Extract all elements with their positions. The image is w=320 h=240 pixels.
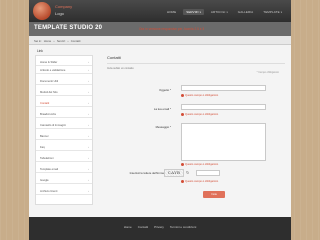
- page: Company Logo HOME SERVIZI▾ ARTICOLI▾ GAL…: [29, 0, 291, 240]
- sidebar-item[interactable]: Carosello di Immagini ›: [36, 121, 92, 129]
- nav-home[interactable]: HOME: [164, 9, 179, 15]
- sidebar-item[interactable]: Documenti Utili ›: [36, 77, 92, 85]
- chevron-right-icon: ›: [88, 79, 89, 83]
- chevron-right-icon: ›: [88, 178, 89, 182]
- sidebar-item[interactable]: Template email ›: [36, 165, 92, 173]
- breadcrumb-home[interactable]: Home: [44, 39, 51, 43]
- nav-servizi[interactable]: SERVIZI▾: [183, 9, 204, 15]
- sidebar-item[interactable]: Articolo e validazione ›: [36, 66, 92, 74]
- chevron-right-icon: ›: [88, 145, 89, 149]
- chevron-right-icon: ›: [88, 68, 89, 72]
- captcha-image: CAYB: [164, 169, 184, 177]
- message-error: Questo campo è obbligatorio: [181, 163, 218, 166]
- chevron-down-icon: ▾: [226, 11, 228, 14]
- footer-link-contatti[interactable]: Contatti: [138, 225, 148, 229]
- logo-icon[interactable]: [33, 2, 51, 20]
- chevron-right-icon: ›: [88, 189, 89, 193]
- submit-button[interactable]: Invia: [203, 191, 225, 198]
- email-label: La tua email *: [153, 107, 171, 111]
- chevron-right-icon: ›: [88, 101, 89, 105]
- sidebar-item[interactable]: Home & Slider ›: [36, 58, 92, 66]
- sidebar-heading: Link: [37, 49, 43, 53]
- breadcrumb: Sei in: Home » Servizi » Contatti: [34, 39, 80, 43]
- nav-template[interactable]: TEMPLATE▾: [260, 9, 285, 15]
- chevron-right-icon: ›: [88, 90, 89, 94]
- breadcrumb-current: Contatti: [70, 39, 81, 43]
- sidebar-item[interactable]: Google ›: [36, 176, 92, 184]
- page-title: TEMPLATE STUDIO 20: [34, 25, 103, 31]
- sidebar-item[interactable]: Archivio Utenti ›: [36, 187, 92, 195]
- chevron-right-icon: ›: [88, 156, 89, 160]
- nav-galleria[interactable]: GALLERIA: [235, 9, 256, 15]
- required-note: * Campo obbligatorio: [256, 71, 279, 74]
- refresh-icon[interactable]: ↻: [186, 170, 189, 175]
- breadcrumb-prefix: Sei in:: [34, 39, 42, 43]
- brand-name: Company: [55, 4, 73, 9]
- error-icon: [181, 113, 184, 116]
- error-icon: [181, 180, 184, 183]
- divider: [107, 63, 285, 64]
- page-subtitle: Ora in versione responsive per Joomla 2.…: [139, 27, 205, 31]
- main-nav: HOME SERVIZI▾ ARTICOLI▾ GALLERIA TEMPLAT…: [164, 9, 285, 15]
- sidebar-item[interactable]: Moduli del Sito ›: [36, 88, 92, 96]
- footer-link-home[interactable]: Home: [124, 225, 132, 229]
- chevron-right-icon: ›: [88, 112, 89, 116]
- sidebar-item-contatti[interactable]: Contatti ›: [36, 99, 92, 107]
- captcha-label: Inserisci le lettere dell'immagine *: [129, 171, 171, 175]
- breadcrumb-servizi[interactable]: Servizi: [57, 39, 65, 43]
- content-subtitle: Invia subito un contatto: [107, 67, 134, 70]
- footer-link-terms[interactable]: Termini e condizioni: [170, 225, 196, 229]
- sidebar-item[interactable]: Breadcrumbs ›: [36, 110, 92, 118]
- breadcrumb-bar: Sei in: Home » Servizi » Contatti: [29, 36, 291, 45]
- sidebar-item[interactable]: Tabulazioni ›: [36, 154, 92, 162]
- main-area: Link Home & Slider › Articolo e validazio…: [29, 45, 291, 217]
- nav-articoli[interactable]: ARTICOLI▾: [208, 9, 231, 15]
- chevron-right-icon: ›: [88, 167, 89, 171]
- footer-link-privacy[interactable]: Privacy: [154, 225, 164, 229]
- captcha-error: Questo campo è obbligatorio: [181, 180, 218, 183]
- content-title: Contatti: [107, 55, 121, 60]
- email-error: Questo campo è obbligatorio: [181, 113, 218, 116]
- sidebar-item[interactable]: Faq ›: [36, 143, 92, 151]
- title-banner: TEMPLATE STUDIO 20 Ora in versione respo…: [29, 22, 291, 36]
- site-footer: Home Contatti Privacy Termini e condizio…: [29, 217, 291, 240]
- email-field[interactable]: [181, 104, 266, 110]
- chevron-down-icon: ▾: [280, 11, 282, 14]
- footer-links: Home Contatti Privacy Termini e condizio…: [29, 225, 291, 229]
- contact-form-panel: Contatti Invia subito un contatto * Camp…: [101, 55, 285, 215]
- sidebar-item[interactable]: Banner ›: [36, 132, 92, 140]
- site-header: Company Logo HOME SERVIZI▾ ARTICOLI▾ GAL…: [29, 0, 291, 22]
- error-icon: [181, 94, 184, 97]
- chevron-right-icon: ›: [88, 123, 89, 127]
- subject-label: Oggetto *: [159, 88, 171, 92]
- breadcrumb-separator-icon: »: [53, 39, 55, 43]
- breadcrumb-separator-icon: »: [67, 39, 69, 43]
- error-icon: [181, 163, 184, 166]
- captcha-input[interactable]: [196, 170, 220, 176]
- sidebar-menu: Home & Slider › Articolo e validazione › D…: [35, 55, 93, 205]
- chevron-right-icon: ›: [88, 60, 89, 64]
- message-label: Messaggio *: [155, 125, 171, 129]
- chevron-right-icon: ›: [88, 134, 89, 138]
- subject-error: Questo campo è obbligatorio: [181, 94, 218, 97]
- chevron-down-icon: ▾: [199, 11, 201, 14]
- subject-input[interactable]: [181, 85, 266, 91]
- brand-tagline: Logo: [55, 11, 64, 16]
- message-textarea[interactable]: [181, 123, 266, 161]
